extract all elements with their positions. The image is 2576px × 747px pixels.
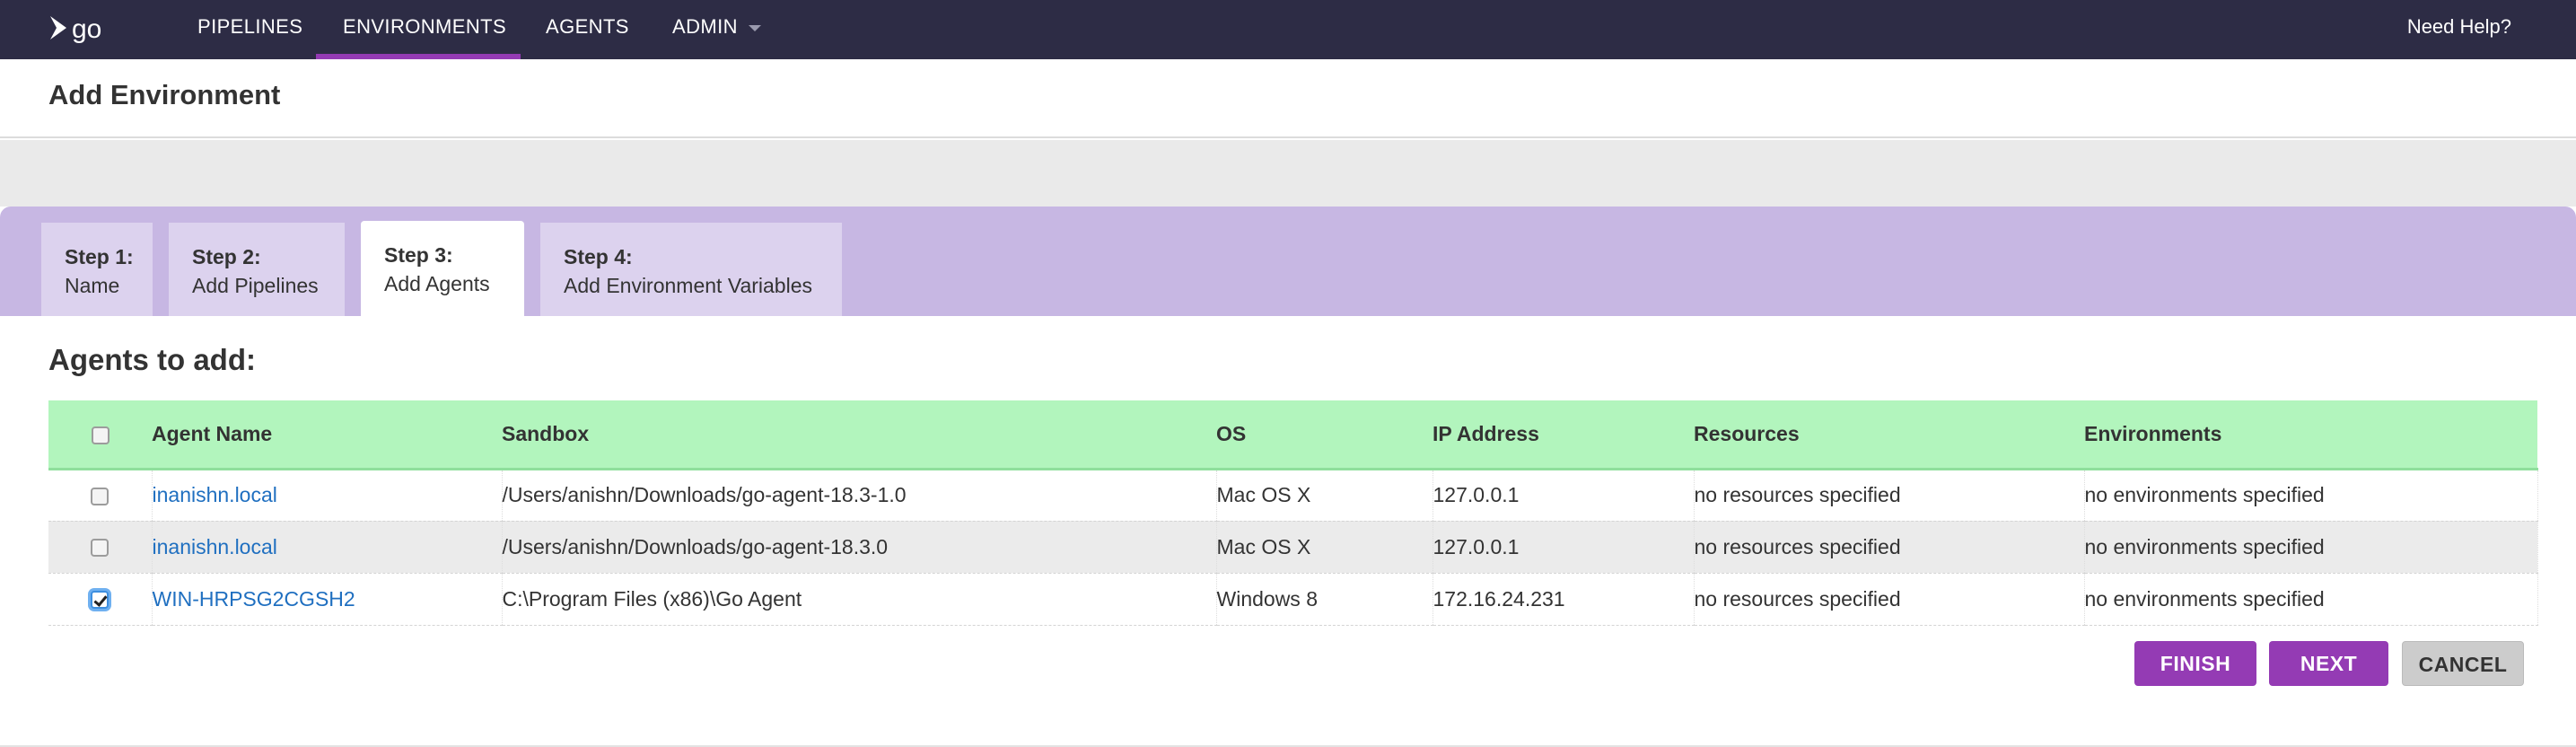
column-header-agent-name[interactable]: Agent Name — [152, 400, 502, 470]
environments-cell: no environments specified — [2084, 573, 2538, 626]
row-checkbox[interactable] — [91, 591, 110, 610]
os-cell: Windows 8 — [1216, 573, 1433, 626]
agents-section-title: Agents to add: — [48, 343, 256, 376]
table-row: inanishn.local /Users/anishn/Downloads/g… — [48, 521, 2538, 574]
row-checkbox[interactable] — [91, 539, 110, 558]
sandbox-cell: /Users/anishn/Downloads/go-agent-18.3-1.… — [502, 469, 1217, 522]
table-row: inanishn.local /Users/anishn/Downloads/g… — [48, 469, 2538, 522]
step-label: Add Agents — [384, 272, 490, 295]
step-number: Step 4: — [564, 245, 633, 268]
agent-name-cell: inanishn.local — [152, 469, 503, 522]
cancel-button[interactable]: CANCEL — [2402, 641, 2524, 686]
nav-agents[interactable]: AGENTS — [546, 0, 629, 59]
row-checkbox[interactable] — [91, 487, 110, 505]
step-number: Step 2: — [192, 245, 261, 268]
environments-cell: no environments specified — [2084, 469, 2538, 522]
sandbox-cell: /Users/anishn/Downloads/go-agent-18.3.0 — [502, 521, 1217, 574]
ip-address-cell: 127.0.0.1 — [1433, 469, 1695, 522]
agents-table: Agent Name Sandbox OS IP Address Resourc… — [48, 400, 2538, 626]
step-tab-add-pipelines[interactable]: Step 2: Add Pipelines — [169, 223, 345, 316]
os-cell: Mac OS X — [1216, 469, 1433, 522]
step-label: Add Environment Variables — [564, 274, 812, 297]
os-cell: Mac OS X — [1216, 521, 1433, 574]
finish-button[interactable]: FINISH — [2134, 641, 2256, 686]
column-header-os[interactable]: OS — [1216, 400, 1433, 470]
column-header-environments[interactable]: Environments — [2084, 400, 2537, 470]
table-header-row: Agent Name Sandbox OS IP Address Resourc… — [48, 400, 2537, 470]
ip-address-cell: 127.0.0.1 — [1433, 521, 1695, 574]
step-tab-name[interactable]: Step 1: Name — [41, 223, 153, 316]
agent-name-cell: WIN-HRPSG2CGSH2 — [152, 573, 503, 626]
row-select-cell — [48, 573, 153, 626]
agent-name-link[interactable]: inanishn.local — [153, 535, 277, 558]
wizard-steps-bar: Step 1: Name Step 2: Add Pipelines Step … — [0, 207, 2576, 316]
next-button[interactable]: NEXT — [2269, 641, 2388, 686]
table-row: WIN-HRPSG2CGSH2 C:\Program Files (x86)\G… — [48, 573, 2538, 626]
column-header-sandbox[interactable]: Sandbox — [502, 400, 1216, 470]
resources-cell: no resources specified — [1694, 521, 2085, 574]
step-label: Add Pipelines — [192, 274, 319, 297]
resources-cell: no resources specified — [1694, 469, 2085, 522]
nav-admin-label: ADMIN — [672, 15, 738, 38]
environments-cell: no environments specified — [2084, 521, 2538, 574]
step-number: Step 3: — [384, 243, 453, 267]
select-all-checkbox[interactable] — [91, 426, 110, 444]
step-tab-add-environment-variables[interactable]: Step 4: Add Environment Variables — [540, 223, 842, 316]
agent-name-link[interactable]: inanishn.local — [153, 483, 277, 506]
column-header-resources[interactable]: Resources — [1694, 400, 2084, 470]
top-navigation-bar: go PIPELINES ENVIRONMENTS AGENTS ADMIN N… — [0, 0, 2576, 59]
page-header: Add Environment — [0, 59, 2576, 138]
step-tab-add-agents[interactable]: Step 3: Add Agents — [361, 221, 524, 316]
resources-cell: no resources specified — [1694, 573, 2085, 626]
agent-name-link[interactable]: WIN-HRPSG2CGSH2 — [153, 587, 355, 611]
header-spacer — [0, 140, 2576, 207]
step-label: Name — [65, 274, 120, 297]
column-header-ip-address[interactable]: IP Address — [1433, 400, 1694, 470]
nav-admin[interactable]: ADMIN — [672, 0, 761, 59]
caret-down-icon — [748, 24, 761, 31]
svg-text:go: go — [72, 14, 101, 44]
select-all-cell — [48, 400, 152, 470]
step-number: Step 1: — [65, 245, 134, 268]
ip-address-cell: 172.16.24.231 — [1433, 573, 1695, 626]
agent-name-cell: inanishn.local — [152, 521, 503, 574]
row-select-cell — [48, 521, 153, 574]
row-select-cell — [48, 469, 153, 522]
need-help-link[interactable]: Need Help? — [2407, 0, 2511, 54]
page-title: Add Environment — [48, 79, 281, 110]
go-logo[interactable]: go — [48, 11, 118, 47]
go-logo-icon: go — [50, 14, 101, 44]
nav-pipelines[interactable]: PIPELINES — [197, 0, 302, 59]
sandbox-cell: C:\Program Files (x86)\Go Agent — [502, 573, 1217, 626]
nav-environments[interactable]: ENVIRONMENTS — [316, 0, 521, 59]
